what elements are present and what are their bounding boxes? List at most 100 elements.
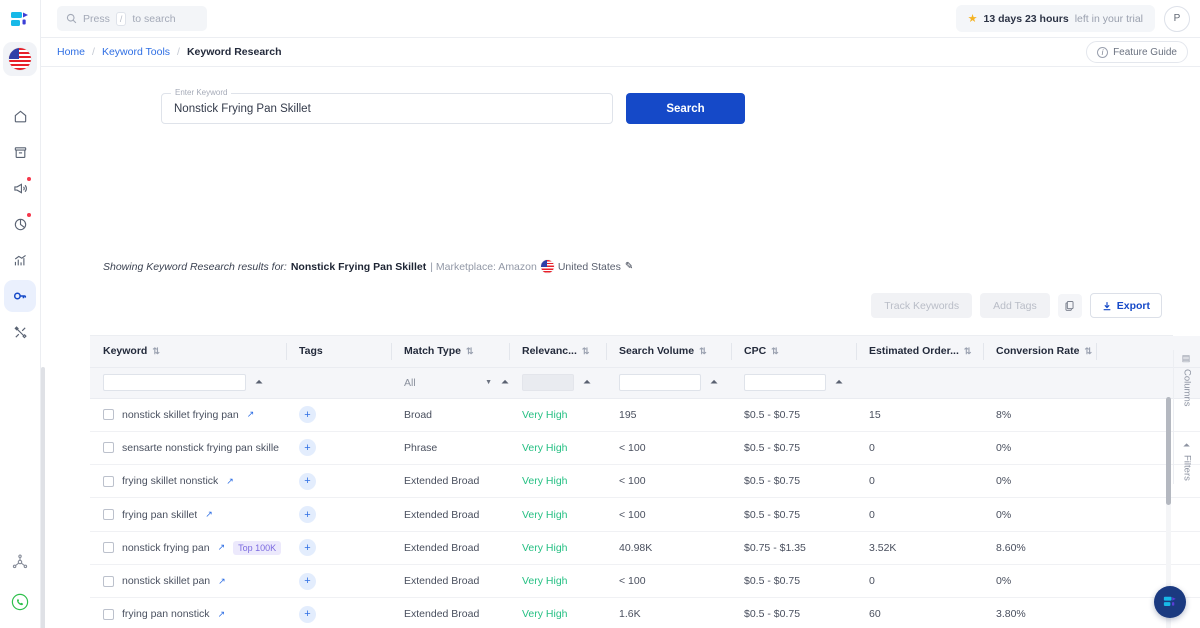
nav-reports[interactable] <box>4 244 36 276</box>
col-cpc[interactable]: CPC ⇅ <box>731 336 856 368</box>
filter-match-type-select[interactable]: All ▼ <box>404 377 492 389</box>
cell-tags: + <box>286 431 391 466</box>
nav-products[interactable] <box>4 136 36 168</box>
cell-conversion-rate: 8% <box>983 398 1096 432</box>
edit-pencil-icon[interactable]: ✎ <box>625 261 633 272</box>
col-conversion-rate[interactable]: Conversion Rate ⇅ <box>983 336 1096 368</box>
cell-cpc: $0.5 - $0.75 <box>731 597 856 628</box>
external-link-icon[interactable]: ↗ <box>218 609 226 620</box>
filter-icon[interactable]: ⏶ <box>710 377 718 388</box>
external-link-icon[interactable]: ↗ <box>226 476 234 487</box>
avatar[interactable]: P <box>1164 5 1190 32</box>
tab-filters-label: Filters <box>1181 454 1193 481</box>
cell-relevance-value: Very High <box>522 408 568 421</box>
table-row[interactable]: frying skillet nonstick ↗ + Extended Broad V… <box>90 464 1200 499</box>
add-tags-button[interactable]: Add Tags <box>980 293 1050 318</box>
col-keyword[interactable]: Keyword ⇅ <box>90 336 286 368</box>
table-row[interactable]: frying pan skillet ↗ + Extended Broad Very H… <box>90 497 1200 532</box>
export-button[interactable]: Export <box>1089 293 1162 318</box>
filter-cpc-input[interactable] <box>744 374 826 391</box>
sort-icon[interactable]: ⇅ <box>466 346 474 356</box>
table-scrollbar-thumb[interactable] <box>1166 397 1171 505</box>
row-checkbox[interactable] <box>103 442 114 454</box>
keyword-input-wrapper[interactable]: Enter Keyword Nonstick Frying Pan Skille… <box>161 88 613 124</box>
rail-icon-list <box>4 100 36 348</box>
marketplace-flag-button[interactable] <box>3 42 37 76</box>
nav-advertising[interactable] <box>4 172 36 204</box>
results-summary-country: United States <box>557 260 621 273</box>
col-match-type[interactable]: Match Type ⇅ <box>391 336 509 368</box>
row-checkbox[interactable] <box>103 542 114 554</box>
add-tag-button[interactable]: + <box>299 539 316 557</box>
row-checkbox[interactable] <box>103 509 114 521</box>
global-search-input[interactable]: Press / to search <box>57 6 207 31</box>
results-summary: Showing Keyword Research results for: No… <box>103 260 633 273</box>
search-icon <box>66 13 77 24</box>
tab-filters[interactable]: ⏶ Filters <box>1182 437 1193 485</box>
row-checkbox[interactable] <box>103 475 114 487</box>
add-tag-button[interactable]: + <box>299 472 316 490</box>
trial-status-badge[interactable]: ★ 13 days 23 hours left in your trial <box>955 5 1155 32</box>
sort-icon[interactable]: ⇅ <box>152 346 160 356</box>
filter-icon[interactable]: ⏶ <box>501 377 509 388</box>
app-logo[interactable] <box>0 0 41 38</box>
table-actions: Track Keywords Add Tags Export <box>871 293 1162 318</box>
nav-tools[interactable] <box>4 316 36 348</box>
sort-icon[interactable]: ⇅ <box>699 346 707 356</box>
sort-icon[interactable]: ⇅ <box>582 346 590 356</box>
feature-guide-button[interactable]: i Feature Guide <box>1086 41 1188 63</box>
row-checkbox[interactable] <box>103 575 114 587</box>
copy-button[interactable] <box>1057 293 1082 318</box>
sort-icon[interactable]: ⇅ <box>1084 346 1092 356</box>
table-row[interactable]: frying pan nonstick ↗ + Extended Broad Very … <box>90 597 1200 628</box>
keyword-text: frying pan nonstick <box>122 608 210 621</box>
nav-analytics-pie[interactable] <box>4 208 36 240</box>
add-tag-button[interactable]: + <box>299 406 316 424</box>
col-estimated-orders[interactable]: Estimated Order... ⇅ <box>856 336 983 368</box>
whatsapp-support[interactable] <box>4 586 36 618</box>
cell-search-volume-value: < 100 <box>619 508 646 521</box>
nav-home[interactable] <box>4 100 36 132</box>
cell-relevance: Very High <box>509 497 606 532</box>
filter-icon[interactable]: ⏶ <box>255 377 263 388</box>
filter-icon[interactable]: ⏶ <box>583 377 591 388</box>
external-link-icon[interactable]: ↗ <box>218 576 226 587</box>
search-button[interactable]: Search <box>626 93 745 124</box>
col-search-volume[interactable]: Search Volume ⇅ <box>606 336 731 368</box>
cell-conversion-rate: 0% <box>983 564 1096 599</box>
page-scrollbar-thumb[interactable] <box>41 367 45 628</box>
download-icon <box>1103 301 1111 310</box>
external-link-icon[interactable]: ↗ <box>205 509 213 520</box>
filter-search-volume-input[interactable] <box>619 374 701 391</box>
keyword-text: nonstick frying pan <box>122 541 210 554</box>
add-tag-button[interactable]: + <box>299 506 316 524</box>
external-link-icon[interactable]: ↗ <box>218 542 226 553</box>
add-tag-button[interactable]: + <box>299 572 316 590</box>
nav-keyword-tools[interactable] <box>4 280 36 312</box>
table-row[interactable]: nonstick frying pan ↗ Top 100K + Extended Br… <box>90 531 1200 565</box>
table-row[interactable]: nonstick skillet pan ↗ + Extended Broad Very… <box>90 564 1200 599</box>
left-nav-rail <box>0 0 41 628</box>
row-checkbox[interactable] <box>103 409 114 421</box>
cell-conversion-rate: 8.60% <box>983 531 1096 565</box>
sort-icon[interactable]: ⇅ <box>771 346 779 356</box>
row-checkbox[interactable] <box>103 608 114 620</box>
add-tag-button[interactable]: + <box>299 439 316 457</box>
track-keywords-button[interactable]: Track Keywords <box>871 293 973 318</box>
add-tag-button[interactable]: + <box>299 605 316 623</box>
tab-columns[interactable]: ▤ Columns <box>1182 350 1193 411</box>
table-row[interactable]: sensarte nonstick frying pan skille + Phra… <box>90 431 1200 466</box>
col-relevance[interactable]: Relevanc... ⇅ <box>509 336 606 368</box>
breadcrumb-home[interactable]: Home <box>57 46 85 58</box>
filter-orders-cell <box>856 367 983 399</box>
support-chat-fab[interactable] <box>1154 586 1186 618</box>
table-row[interactable]: nonstick skillet frying pan ↗ + Broad Very H… <box>90 398 1200 432</box>
filter-icon[interactable]: ⏶ <box>835 377 843 388</box>
breadcrumb-keyword-tools[interactable]: Keyword Tools <box>102 46 170 58</box>
filter-relevance-input[interactable] <box>522 374 574 391</box>
nav-integrations[interactable] <box>4 546 36 578</box>
filter-keyword-input[interactable] <box>103 374 246 391</box>
external-link-icon[interactable]: ↗ <box>247 409 255 420</box>
breadcrumb-current: Keyword Research <box>186 46 282 58</box>
sort-icon[interactable]: ⇅ <box>964 346 972 356</box>
